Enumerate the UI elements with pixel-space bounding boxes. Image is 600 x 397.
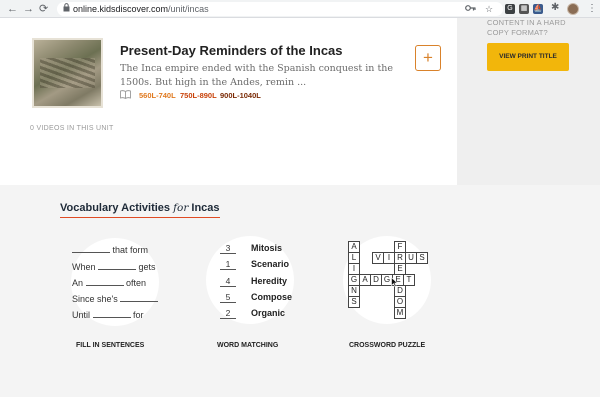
book-icon [120,90,131,102]
sentence-3-before: An [72,278,86,288]
url-path: /unit/incas [168,4,209,14]
match-number: 4 [220,276,236,287]
url-domain: online.kidsdiscover.com [73,4,169,14]
crossword-cell: F [394,241,406,253]
sentence-3-after: often [123,278,147,288]
match-number: 2 [220,308,236,319]
extension-g-icon[interactable]: G [505,4,515,14]
sentence-4-before: Since she's [72,294,121,304]
lesson-title[interactable]: Present-Day Reminders of the Incas [120,43,343,59]
key-icon[interactable] [465,3,476,15]
extension-boat-icon[interactable]: ⛵ [533,4,543,14]
crossword-cell: M [394,307,406,319]
sentence-1-blank [72,245,110,253]
puzzle-icon[interactable]: ✱ [551,2,559,14]
view-print-title-button[interactable]: VIEW PRINT TITLE [487,43,569,71]
match-word: Heredity [251,276,288,286]
match-number: 3 [220,243,236,254]
fill-in-sentences-label[interactable]: FILL IN SENTENCES [76,341,144,350]
word-matching-label[interactable]: WORD MATCHING [217,341,278,350]
extension-grid-icon[interactable]: ▦ [519,4,529,14]
lesson-description: The Inca empire ended with the Spanish c… [120,63,394,88]
sentence-5-before: Until [72,310,93,320]
videos-count: 0 VIDEOS IN THIS UNIT [30,125,114,132]
sentence-2-before: When [72,262,99,272]
sentence-2-after: gets [136,262,156,272]
add-button[interactable]: + [415,45,441,71]
reload-icon[interactable]: ⟳ [39,2,48,16]
sentence-3-blank [85,278,124,286]
lock-icon[interactable] [63,3,70,15]
vocabulary-heading: Vocabulary Activities for Incas [60,201,220,218]
forward-icon[interactable]: → [23,2,34,16]
crossword-cell: S [416,252,428,264]
sentence-5-after: for [130,310,144,320]
match-word: Organic [251,308,286,318]
lexile-level-2[interactable]: 750L-890L [180,91,217,101]
sentence-2-blank [98,262,137,270]
match-word: Mitosis [251,243,283,253]
sentence-1: that form [72,245,148,256]
sentence-4: Since she's [72,294,159,305]
match-number: 5 [220,292,236,303]
star-icon[interactable]: ☆ [485,3,493,15]
back-icon[interactable]: ← [7,2,18,16]
crossword-cell: S [348,296,360,308]
avatar[interactable] [567,3,579,15]
sentence-5-blank [92,310,131,318]
match-word: Compose [251,292,293,302]
lesson-thumbnail-image[interactable] [32,38,103,108]
match-word: Scenario [251,259,290,269]
vocab-heading-pre: Vocabulary Activities [60,202,174,214]
hard-copy-prompt: CONTENT IN A HARD COPY FORMAT? [487,18,566,37]
crossword-cell: E [394,263,406,275]
match-number: 1 [220,259,236,270]
sentence-1-after: that form [110,245,149,255]
lexile-level-1[interactable]: 560L-740L [139,91,176,101]
sentence-4-blank [120,294,159,302]
url-text[interactable]: online.kidsdiscover.com/unit/incas [73,3,209,15]
vocab-heading-post: Incas [188,202,220,214]
mouse-cursor-icon [391,276,399,289]
vocab-heading-for: for [173,202,189,214]
crossword-puzzle-label[interactable]: CROSSWORD PUZZLE [349,341,425,350]
menu-icon[interactable]: ⋮ [587,2,597,16]
sentence-2: When gets [72,262,156,273]
lexile-level-3[interactable]: 900L-1040L [220,91,261,101]
sentence-5: Until for [72,310,144,321]
sentence-3: An often [72,278,146,289]
